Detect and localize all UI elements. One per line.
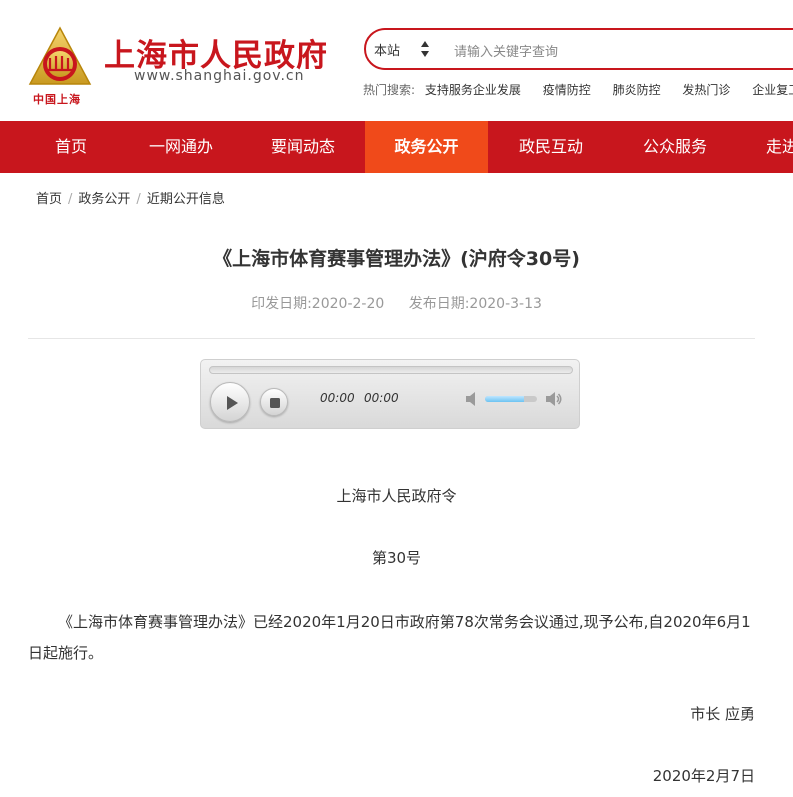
- order-number: 第30号: [371, 549, 422, 567]
- issue-date: 印发日期:2020-2-20: [251, 296, 385, 312]
- play-button[interactable]: [210, 382, 250, 422]
- volume-slider[interactable]: [485, 396, 537, 402]
- hot-search-item[interactable]: 企业复工: [752, 83, 793, 97]
- nav-item-government-affairs[interactable]: 政务公开: [365, 121, 488, 173]
- search-box: 本站 请输入关键字查询: [364, 28, 793, 70]
- audio-progress-bar[interactable]: [209, 366, 573, 374]
- search-scope-select[interactable]: 本站: [374, 40, 400, 59]
- breadcrumb-government-affairs[interactable]: 政务公开: [78, 192, 130, 207]
- hot-search-label: 热门搜索:: [363, 83, 416, 97]
- nav-item-interaction[interactable]: 政民互动: [480, 121, 622, 173]
- breadcrumb: 首页 / 政务公开 / 近期公开信息: [36, 188, 225, 207]
- publish-date: 发布日期:2020-3-13: [408, 296, 542, 312]
- article-body: 《上海市体育赛事管理办法》已经2020年1月20日市政府第78次常务会议通过,现…: [28, 613, 751, 662]
- nav-item-news[interactable]: 要闻动态: [232, 121, 374, 173]
- breadcrumb-current[interactable]: 近期公开信息: [147, 192, 225, 207]
- site-header: 中国上海 上海市人民政府 www.shanghai.gov.cn 本站 请输入关…: [0, 0, 793, 121]
- hot-search-item[interactable]: 肺炎防控: [613, 83, 661, 97]
- order-issuer: 上海市人民政府令: [336, 487, 457, 505]
- breadcrumb-separator: /: [68, 192, 73, 207]
- site-url[interactable]: www.shanghai.gov.cn: [134, 68, 304, 84]
- divider: [28, 338, 755, 339]
- mute-icon[interactable]: [464, 390, 482, 408]
- play-icon: [227, 396, 238, 410]
- shanghai-emblem-icon[interactable]: [28, 26, 92, 90]
- hot-search-item[interactable]: 发热门诊: [682, 83, 730, 97]
- hot-search: 热门搜索: 支持服务企业发展 疫情防控 肺炎防控 发热门诊 企业复工: [363, 81, 793, 98]
- article-dates: 印发日期:2020-2-20 发布日期:2020-3-13: [0, 293, 793, 313]
- logo-caption: 中国上海: [33, 93, 81, 106]
- sign-date: 2020年2月7日: [652, 767, 755, 785]
- duration-time: 00:00: [364, 391, 399, 405]
- nav-item-about[interactable]: 走进: [766, 121, 793, 173]
- volume-level: [485, 396, 524, 402]
- article-title: 《上海市体育赛事管理办法》(沪府令30号): [213, 248, 580, 270]
- nav-item-online-service[interactable]: 一网通办: [110, 121, 252, 173]
- hot-search-item[interactable]: 支持服务企业发展: [425, 83, 521, 97]
- stop-icon: [270, 398, 280, 408]
- nav-item-public-service[interactable]: 公众服务: [604, 121, 746, 173]
- current-time: 00:00: [320, 391, 355, 405]
- volume-max-icon[interactable]: [545, 390, 563, 408]
- audio-player: 00:00 00:00: [200, 359, 580, 429]
- breadcrumb-separator: /: [136, 192, 141, 207]
- hot-search-item[interactable]: 疫情防控: [543, 83, 591, 97]
- search-input[interactable]: 请输入关键字查询: [454, 41, 558, 60]
- updown-arrows-icon[interactable]: [420, 37, 430, 61]
- main-nav: 首页 一网通办 要闻动态 政务公开 政民互动 公众服务 走进: [0, 121, 793, 173]
- stop-button[interactable]: [260, 388, 288, 416]
- signature: 市长 应勇: [690, 705, 755, 723]
- breadcrumb-home[interactable]: 首页: [36, 192, 62, 207]
